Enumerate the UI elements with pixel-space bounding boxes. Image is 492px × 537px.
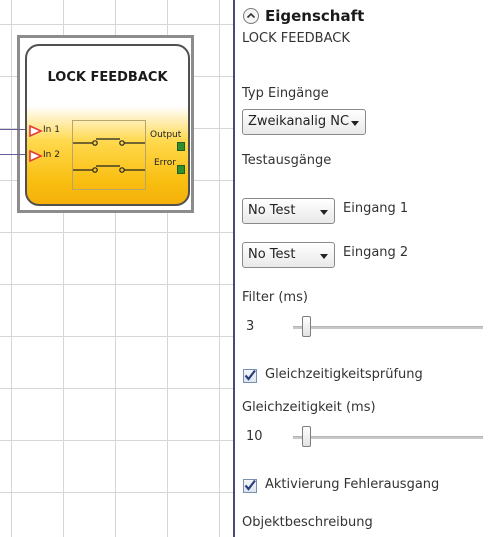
error-label: Error — [154, 158, 176, 168]
input-label-2: In 2 — [43, 150, 60, 160]
eingang-1-label: Eingang 1 — [343, 201, 409, 216]
chevron-up-icon — [246, 12, 256, 19]
input-label-1: In 1 — [43, 125, 60, 135]
input-port-1-icon[interactable] — [29, 125, 43, 137]
gleichzeitigkeit-slider-thumb[interactable] — [302, 426, 311, 447]
test-eingang-2-dropdown[interactable]: No Test — [242, 242, 335, 268]
output-port-icon[interactable] — [177, 142, 185, 151]
typ-eingaenge-label: Typ Eingänge — [242, 86, 329, 101]
app-window: LOCK FEEDBACK In 1 In 2 Output Error Eig… — [0, 0, 492, 537]
filter-value: 3 — [246, 319, 255, 334]
test-eingang-2-value: No Test — [248, 247, 296, 262]
object-name: LOCK FEEDBACK — [242, 31, 350, 46]
block-title: LOCK FEEDBACK — [47, 70, 168, 85]
error-port-icon[interactable] — [177, 165, 185, 174]
eingang-2-label: Eingang 2 — [343, 245, 409, 260]
testausgaenge-label: Testausgänge — [242, 153, 332, 168]
input-port-2-icon[interactable] — [29, 150, 43, 162]
typ-eingaenge-dropdown[interactable]: Zweikanalig NC — [242, 109, 366, 135]
objektbeschreibung-label: Objektbeschreibung — [242, 515, 373, 530]
collapse-button[interactable] — [243, 8, 259, 24]
lock-feedback-block[interactable]: LOCK FEEDBACK In 1 In 2 Output Error — [25, 44, 190, 206]
output-label: Output — [150, 130, 182, 140]
aktivierung-fehlerausgang-checkbox[interactable] — [243, 479, 257, 493]
gleichzeitigkeitspruefung-label: Gleichzeitigkeitsprüfung — [265, 367, 423, 382]
gleichzeitigkeitspruefung-checkbox[interactable] — [243, 369, 257, 383]
dropdown-arrow-icon — [320, 254, 328, 259]
gleichzeitigkeit-label: Gleichzeitigkeit (ms) — [242, 400, 376, 415]
gleichzeitigkeit-slider-track[interactable] — [293, 436, 483, 439]
filter-slider-track[interactable] — [293, 326, 483, 329]
contact-symbol — [72, 120, 146, 190]
dropdown-arrow-icon — [320, 210, 328, 215]
filter-slider-thumb[interactable] — [302, 316, 311, 337]
panel-title: Eigenschaft — [265, 7, 365, 25]
properties-panel: Eigenschaft LOCK FEEDBACK Typ Eingänge Z… — [233, 0, 492, 537]
diagram-canvas[interactable]: LOCK FEEDBACK In 1 In 2 Output Error — [0, 0, 233, 537]
test-eingang-1-value: No Test — [248, 203, 296, 218]
switch-contacts-icon — [73, 138, 145, 173]
typ-eingaenge-value: Zweikanalig NC — [248, 114, 350, 129]
gleichzeitigkeit-value: 10 — [246, 429, 263, 444]
aktivierung-fehlerausgang-label: Aktivierung Fehlerausgang — [265, 477, 440, 492]
test-eingang-1-dropdown[interactable]: No Test — [242, 198, 335, 224]
checkmark-icon — [244, 369, 256, 381]
filter-label: Filter (ms) — [242, 290, 308, 305]
dropdown-arrow-icon — [351, 121, 359, 126]
checkmark-icon — [244, 479, 256, 491]
